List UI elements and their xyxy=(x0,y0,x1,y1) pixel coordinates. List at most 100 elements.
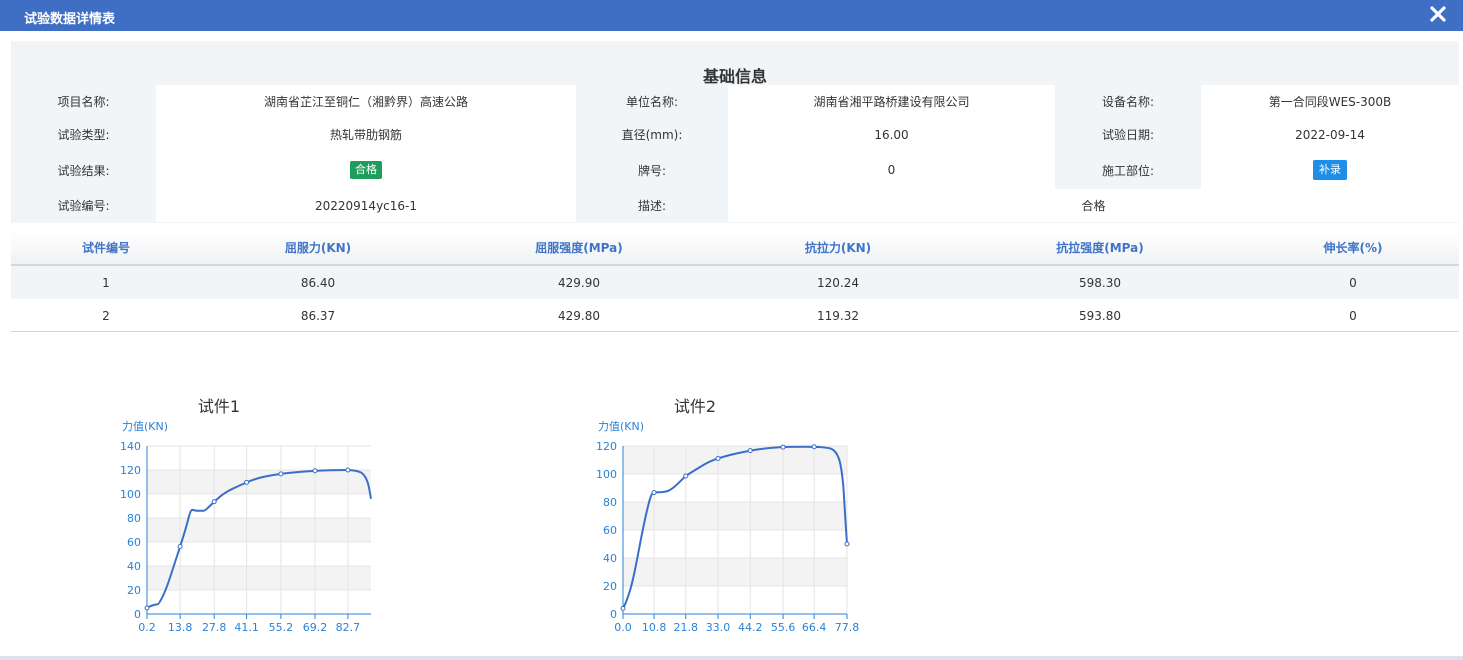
column-header: 屈服强度(MPa) xyxy=(535,241,623,255)
data-point xyxy=(747,448,753,454)
dialog-bottom-border xyxy=(0,656,1463,660)
grade-value: 0 xyxy=(728,151,1055,189)
basic-info-heading: 基础信息 xyxy=(702,67,767,86)
construction-part-value: 补录 xyxy=(1201,151,1459,189)
y-axis-label: 力值(KN) xyxy=(598,420,644,433)
x-tick-label: 21.8 xyxy=(674,621,699,634)
info-row: 试验结果: 合格 牌号: 0 施工部位: 补录 xyxy=(11,151,1459,189)
device-name-value: 第一合同段WES-300B xyxy=(1201,85,1459,118)
x-tick-label: 66.4 xyxy=(802,621,827,634)
x-tick-label: 41.1 xyxy=(234,621,259,634)
dialog-titlebar: 试验数据详情表 xyxy=(0,0,1463,31)
chart-title: 试件2 xyxy=(674,397,716,416)
specimen-1-chart: 试件1 力值(KN) 0 20 40 60 80 100 120 140 0.2 13.8 27.8 41… xyxy=(120,397,372,634)
y-tick-label: 0 xyxy=(134,608,141,621)
grid-band xyxy=(623,558,847,586)
table-cell: 1 xyxy=(102,275,110,290)
x-tick-label: 44.2 xyxy=(738,621,763,634)
x-tick-label: 77.8 xyxy=(835,621,860,634)
test-date-label: 试验日期: xyxy=(1101,128,1155,142)
unit-name-value: 湖南省湘平路桥建设有限公司 xyxy=(728,85,1055,118)
supplement-button[interactable]: 补录 xyxy=(1313,160,1347,180)
data-point xyxy=(715,455,721,461)
x-tick-label: 0.2 xyxy=(138,621,156,634)
basic-info-panel: 基础信息 项目名称: 湖南省芷江至铜仁（湘黔界）高速公路 单位名称: 湖南省湘平… xyxy=(11,41,1459,223)
data-point xyxy=(780,444,786,450)
y-tick-label: 120 xyxy=(120,464,141,477)
y-tick-label: 40 xyxy=(127,560,141,573)
unit-name-label: 单位名称: xyxy=(625,95,679,109)
data-point xyxy=(844,541,850,547)
device-name-label: 设备名称: xyxy=(1101,95,1155,109)
test-date-value: 2022-09-14 xyxy=(1201,118,1459,151)
y-tick-label: 40 xyxy=(603,552,617,565)
x-tick-label: 10.8 xyxy=(642,621,667,634)
y-tick-label: 80 xyxy=(603,496,617,509)
dialog-title: 试验数据详情表 xyxy=(24,12,116,27)
table-cell: 2 xyxy=(102,308,110,323)
y-tick-label: 80 xyxy=(127,512,141,525)
project-name-value: 湖南省芷江至铜仁（湘黔界）高速公路 xyxy=(156,85,576,118)
column-header: 伸长率(%) xyxy=(1323,241,1383,255)
dialog-content: 基础信息 项目名称: 湖南省芷江至铜仁（湘黔界）高速公路 单位名称: 湖南省湘平… xyxy=(0,31,1463,660)
x-tick-label: 69.2 xyxy=(303,621,328,634)
y-axis-label: 力值(KN) xyxy=(122,420,168,433)
data-point xyxy=(811,444,817,450)
x-tick-label: 27.8 xyxy=(202,621,227,634)
grid-band xyxy=(623,502,847,530)
table-cell: 598.30 xyxy=(1079,275,1121,290)
table-cell: 86.37 xyxy=(300,308,336,323)
data-point xyxy=(278,471,284,477)
y-tick-label: 100 xyxy=(596,468,617,481)
data-point xyxy=(651,489,657,495)
y-tick-label: 120 xyxy=(596,440,617,453)
y-tick-label: 60 xyxy=(127,536,141,549)
test-type-label: 试验类型: xyxy=(57,128,110,142)
data-point xyxy=(144,605,150,611)
table-bottom-border xyxy=(11,331,1459,332)
column-header: 抗拉强度(MPa) xyxy=(1056,241,1144,255)
data-point xyxy=(683,473,689,479)
data-point xyxy=(244,479,250,485)
chart-title: 试件1 xyxy=(198,397,240,416)
data-point xyxy=(620,605,626,611)
table-cell: 120.24 xyxy=(817,275,859,290)
close-icon[interactable] xyxy=(1429,5,1447,23)
project-name-label: 项目名称: xyxy=(57,95,110,109)
test-result-value: 合格 xyxy=(156,151,576,189)
grid-band xyxy=(623,446,847,474)
data-point xyxy=(211,499,217,505)
table-header: 试件编号 屈服力(KN) 屈服强度(MPa) 抗拉力(KN) 抗拉强度(MPa)… xyxy=(11,231,1459,266)
column-header: 试件编号 xyxy=(81,241,130,255)
info-row: 试验编号: 20220914yc16-1 描述: 合格 xyxy=(11,189,1459,222)
data-point xyxy=(177,544,183,549)
x-tick-label: 33.0 xyxy=(706,621,731,634)
description-value: 合格 xyxy=(728,189,1459,222)
table-cell: 86.40 xyxy=(300,275,336,290)
x-tick-label: 55.6 xyxy=(771,621,796,634)
column-header: 抗拉力(KN) xyxy=(804,241,872,255)
table-row: 1 86.40 429.90 120.24 598.30 0 xyxy=(11,266,1459,299)
x-tick-label: 13.8 xyxy=(168,621,193,634)
x-tick-label: 55.2 xyxy=(269,621,294,634)
diameter-value: 16.00 xyxy=(728,118,1055,151)
test-number-value: 20220914yc16-1 xyxy=(156,189,576,222)
diameter-label: 直径(mm): xyxy=(621,128,683,142)
x-tick-label: 82.7 xyxy=(336,621,361,634)
table-row: 2 86.37 429.80 119.32 593.80 0 xyxy=(11,299,1459,332)
description-label: 描述: xyxy=(637,199,667,213)
table-cell: 429.90 xyxy=(558,275,600,290)
data-point xyxy=(345,467,351,473)
construction-part-label: 施工部位: xyxy=(1101,163,1155,178)
info-row: 试验类型: 热轧带肋钢筋 直径(mm): 16.00 试验日期: 2022-09… xyxy=(11,118,1459,151)
test-type-value: 热轧带肋钢筋 xyxy=(156,118,576,151)
table-cell: 0 xyxy=(1349,275,1357,290)
grade-label: 牌号: xyxy=(637,163,667,178)
specimen-2-chart: 试件2 力值(KN) 0 20 40 60 80 100 120 0.0 10.8 21.8 33.0 4… xyxy=(596,397,860,634)
data-point xyxy=(312,468,318,474)
test-number-label: 试验编号: xyxy=(57,199,110,213)
column-header: 屈服力(KN) xyxy=(284,241,352,255)
table-cell: 0 xyxy=(1349,308,1357,323)
y-tick-label: 60 xyxy=(603,524,617,537)
y-tick-label: 20 xyxy=(127,584,141,597)
